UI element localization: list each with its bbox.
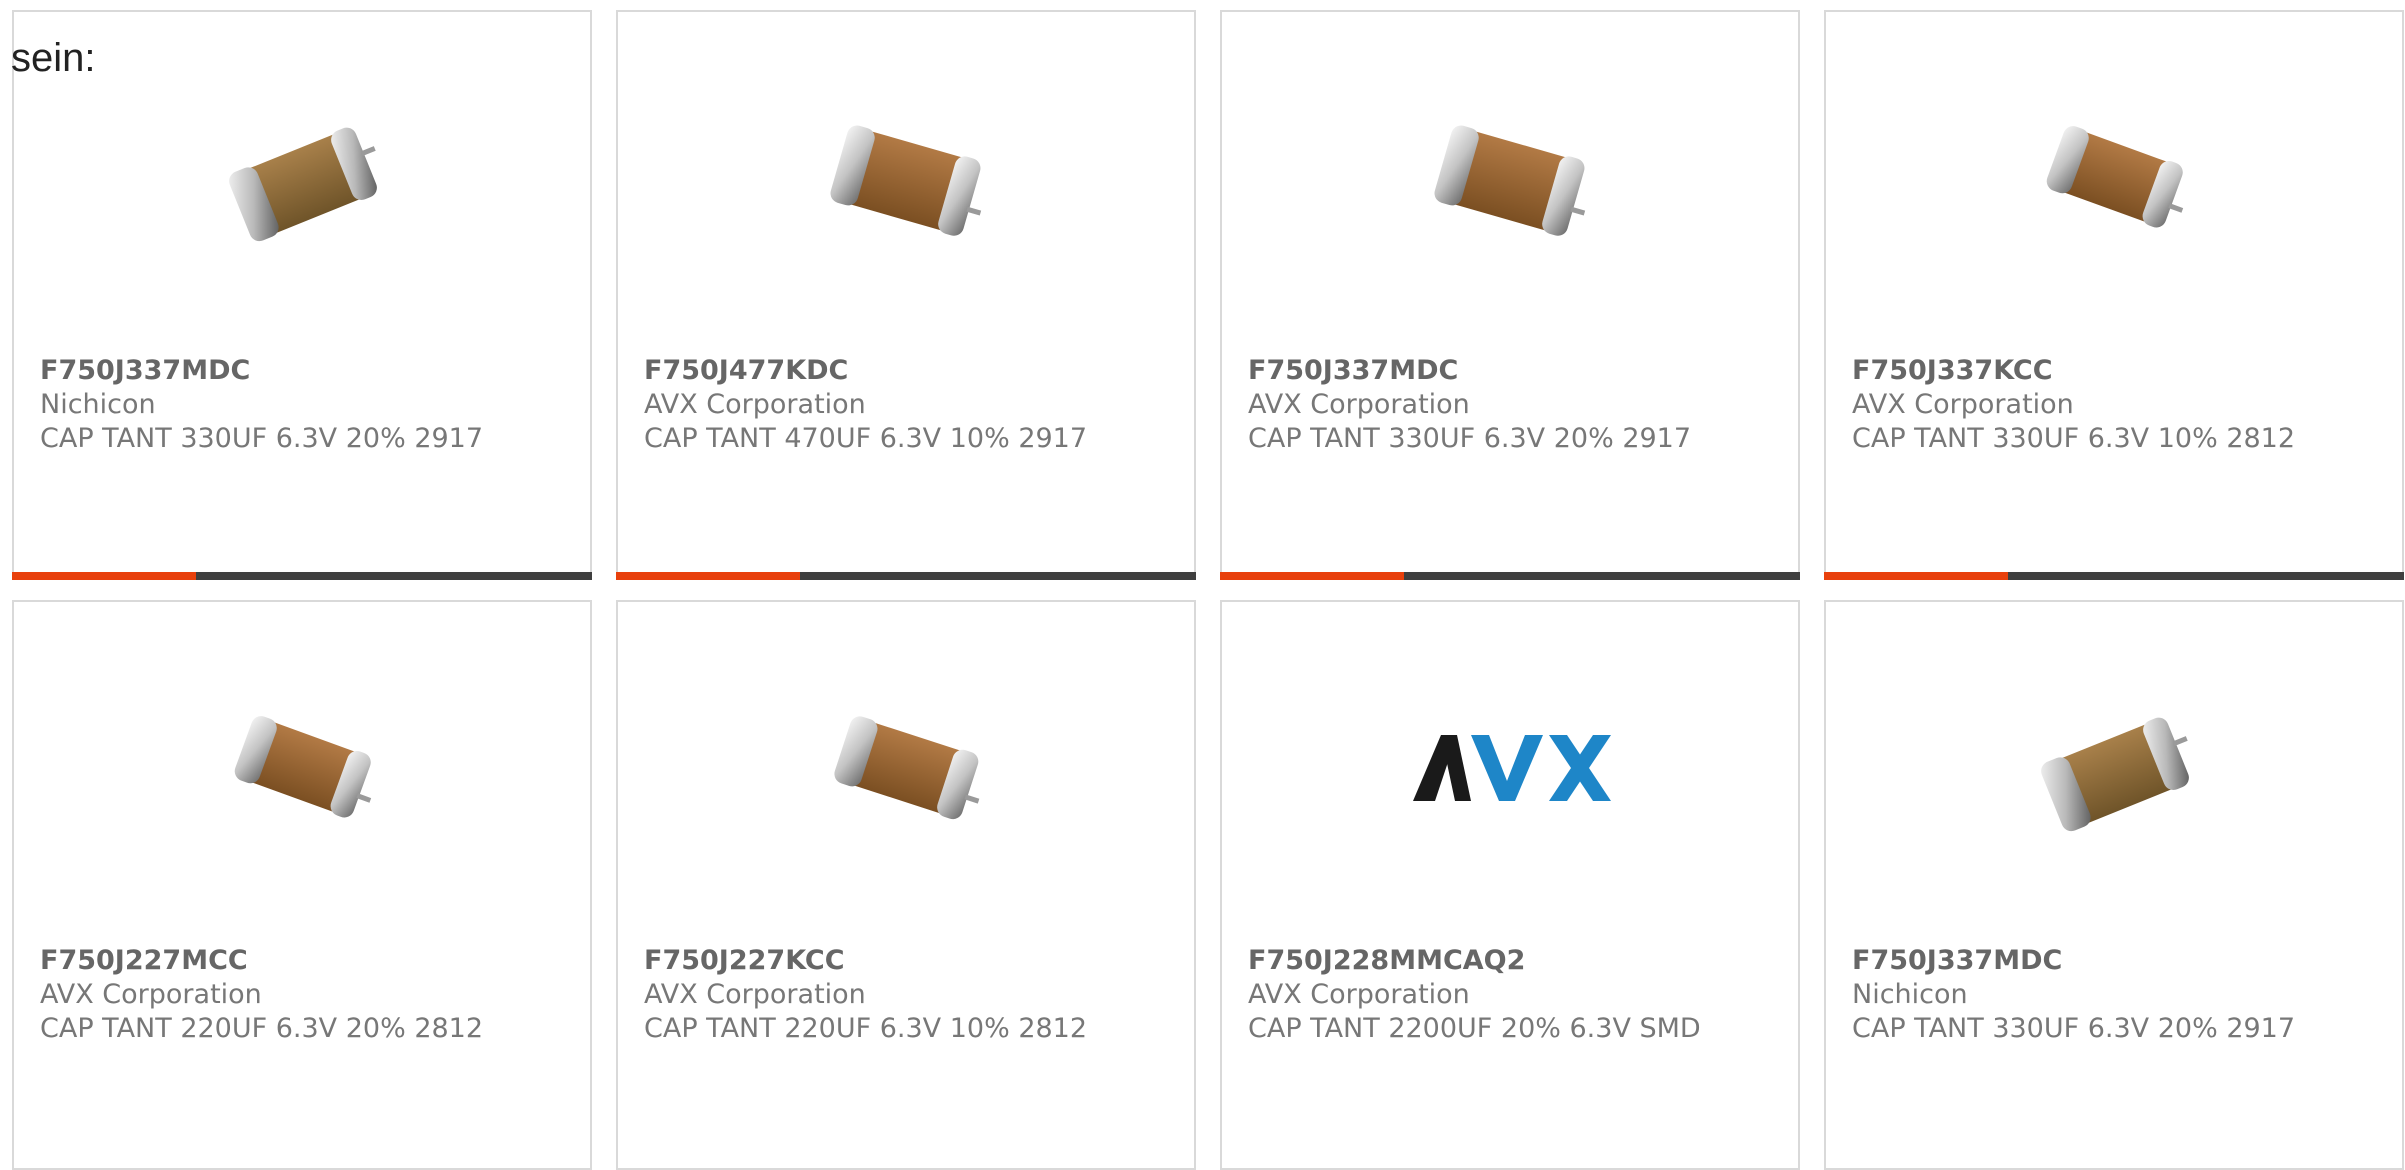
manufacturer: AVX Corporation: [644, 979, 866, 1010]
product-card[interactable]: F750J227MCC AVX Corporation CAP TANT 220…: [12, 600, 592, 1170]
description: CAP TANT 330UF 6.3V 20% 2917: [1248, 423, 1692, 454]
part-number: F750J337MDC: [1248, 355, 1459, 386]
product-card[interactable]: F750J337MDC Nichicon CAP TANT 330UF 6.3V…: [1824, 600, 2404, 1170]
product-card[interactable]: F750J477KDC AVX Corporation CAP TANT 470…: [616, 10, 1196, 580]
card-accent: [1824, 572, 2008, 580]
card-bottom-bar: [1220, 572, 1800, 580]
part-number: F750J227MCC: [40, 945, 248, 976]
tantalum-capacitor-icon: [2015, 669, 2215, 869]
tantalum-capacitor-icon: [203, 669, 403, 869]
manufacturer: Nichicon: [40, 389, 156, 420]
manufacturer: AVX Corporation: [40, 979, 262, 1010]
manufacturer: Nichicon: [1852, 979, 1968, 1010]
part-number: F750J477KDC: [644, 355, 849, 386]
part-number: F750J337MDC: [1852, 945, 2063, 976]
tantalum-capacitor-icon: [807, 79, 1007, 279]
manufacturer: AVX Corporation: [1248, 979, 1470, 1010]
manufacturer: AVX Corporation: [1852, 389, 2074, 420]
description: CAP TANT 220UF 6.3V 20% 2812: [40, 1013, 484, 1044]
product-card[interactable]: F750J337MDC Nichicon CAP TANT 330UF 6.3V…: [12, 10, 592, 580]
intro-text: sein:: [11, 36, 96, 80]
tantalum-capacitor-icon: [203, 79, 403, 279]
part-number: F750J337KCC: [1852, 355, 2053, 386]
manufacturer: AVX Corporation: [1248, 389, 1470, 420]
card-bottom-bar: [616, 572, 1196, 580]
card-accent: [1220, 572, 1404, 580]
part-number: F750J228MMCAQ2: [1248, 945, 1526, 976]
description: CAP TANT 220UF 6.3V 10% 2812: [644, 1013, 1088, 1044]
description: CAP TANT 330UF 6.3V 20% 2917: [40, 423, 484, 454]
avx-logo: [1411, 669, 1611, 869]
card-accent: [12, 572, 196, 580]
description: CAP TANT 330UF 6.3V 10% 2812: [1852, 423, 2296, 454]
card-accent: [616, 572, 800, 580]
tantalum-capacitor-icon: [1411, 79, 1611, 279]
card-bottom-bar: [12, 572, 592, 580]
description: CAP TANT 470UF 6.3V 10% 2917: [644, 423, 1088, 454]
description: CAP TANT 330UF 6.3V 20% 2917: [1852, 1013, 2296, 1044]
tantalum-capacitor-icon: [807, 669, 1007, 869]
product-card[interactable]: F750J227KCC AVX Corporation CAP TANT 220…: [616, 600, 1196, 1170]
part-number: F750J337MDC: [40, 355, 251, 386]
manufacturer: AVX Corporation: [644, 389, 866, 420]
product-card[interactable]: F750J228MMCAQ2 AVX Corporation CAP TANT …: [1220, 600, 1800, 1170]
product-card[interactable]: F750J337KCC AVX Corporation CAP TANT 330…: [1824, 10, 2404, 580]
tantalum-capacitor-icon: [2015, 79, 2215, 279]
card-bottom-bar: [1824, 572, 2404, 580]
part-number: F750J227KCC: [644, 945, 845, 976]
product-card[interactable]: F750J337MDC AVX Corporation CAP TANT 330…: [1220, 10, 1800, 580]
description: CAP TANT 2200UF 20% 6.3V SMD: [1248, 1013, 1701, 1044]
